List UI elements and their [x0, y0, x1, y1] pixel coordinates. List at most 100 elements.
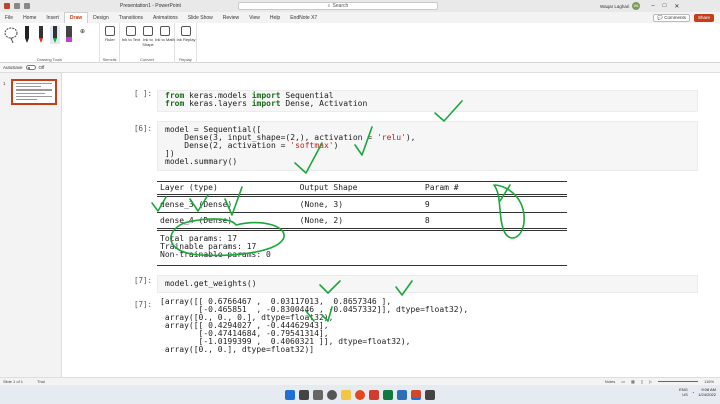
comment-icon: 💬: [657, 14, 665, 20]
chat-icon[interactable]: [327, 389, 337, 400]
maximize-icon[interactable]: □: [663, 3, 667, 10]
tab-endnote[interactable]: EndNote X7: [285, 12, 322, 23]
tab-view[interactable]: View: [244, 12, 265, 23]
zoom-slider[interactable]: [658, 381, 699, 382]
undo-icon[interactable]: [14, 3, 20, 9]
summary-row-dense4: dense_4 (Dense) (None, 2) 8: [160, 216, 430, 225]
cell-prompt-6: [6]:: [134, 124, 153, 133]
summary-rule-top: [157, 181, 567, 182]
comments-button[interactable]: 💬 Comments: [653, 13, 690, 22]
chrome-icon[interactable]: [355, 389, 365, 400]
summary-rule-mid: [157, 212, 567, 213]
slideshow-icon[interactable]: ▷: [649, 379, 652, 384]
tab-review[interactable]: Review: [218, 12, 244, 23]
slide-thumbnail[interactable]: [11, 79, 57, 105]
zoom-level[interactable]: 116%: [704, 379, 714, 384]
search-placeholder: Search: [332, 3, 349, 9]
red-app-icon[interactable]: [369, 389, 379, 400]
tab-draw[interactable]: Draw: [63, 12, 89, 23]
ink-to-math-icon: [160, 26, 170, 36]
tab-insert[interactable]: Insert: [41, 12, 64, 23]
reading-view-icon[interactable]: ▯: [641, 379, 643, 384]
close-icon[interactable]: ✕: [674, 3, 679, 10]
task-view-icon[interactable]: [313, 389, 323, 400]
stencils-label: Stencils: [102, 57, 117, 62]
tab-transitions[interactable]: Transitions: [114, 12, 148, 23]
drawing-tools-group: ⊕ Drawing Tools: [0, 23, 100, 63]
clock-date: 1/24/2022: [698, 392, 716, 397]
user-name: Waqar Laghari: [600, 3, 630, 9]
slide-canvas[interactable]: [ ]: from keras.models import Sequential…: [110, 75, 718, 377]
ruler-label: Ruler: [105, 37, 115, 42]
slide-info: Slide 1 of 1: [3, 379, 24, 384]
cell-prompt-7b: [7]:: [134, 300, 153, 309]
autosave-toggle[interactable]: [25, 65, 36, 70]
replay-label: Replay: [179, 57, 192, 62]
app-icon[interactable]: [425, 389, 435, 400]
tab-home[interactable]: Home: [18, 12, 41, 23]
ink-to-text-icon: [126, 26, 136, 36]
ink-to-math-button[interactable]: Ink to Math: [155, 26, 175, 42]
cell-prompt: [ ]:: [134, 89, 153, 98]
notes-button[interactable]: Notes: [605, 379, 615, 384]
word-icon[interactable]: [397, 389, 407, 400]
ink-replay-label: Ink Replay: [176, 37, 196, 42]
ribbon-tabs: File Home Insert Draw Design Transitions…: [0, 12, 720, 23]
ribbon: ⊕ Drawing Tools Ruler Stencils Ink to Te…: [0, 23, 720, 63]
non-trainable-params: Non-trainable params: 0: [160, 250, 271, 259]
highlighter-icon[interactable]: [64, 26, 74, 44]
normal-view-icon[interactable]: ▭: [621, 379, 625, 384]
wifi-icon[interactable]: ◔: [692, 390, 694, 395]
search-icon: ⌕: [327, 3, 331, 9]
save-icon[interactable]: [4, 3, 10, 9]
summary-rule-double: [157, 194, 567, 197]
redo-icon[interactable]: [24, 3, 30, 9]
powerpoint-icon[interactable]: [411, 389, 421, 400]
start-icon[interactable]: [285, 389, 295, 400]
model-line-5: model.summary(): [165, 157, 238, 166]
minimize-icon[interactable]: –: [651, 3, 654, 10]
lasso-icon[interactable]: [3, 26, 19, 44]
comments-label: Comments: [664, 15, 686, 20]
ruler-icon: [105, 26, 115, 36]
language[interactable]: Thai: [37, 379, 45, 384]
tab-animations[interactable]: Animations: [148, 12, 183, 23]
summary-header: Layer (type) Output Shape Param #: [160, 183, 459, 192]
clock[interactable]: 9:08 AM 1/24/2022: [698, 387, 716, 397]
add-pen-icon[interactable]: ⊕: [80, 28, 85, 35]
ink-stroke: [499, 184, 511, 202]
tab-file[interactable]: File: [0, 12, 18, 23]
replay-group: Ink Replay Replay: [175, 23, 197, 63]
ink-to-shape-icon: [143, 26, 153, 36]
status-bar: Slide 1 of 1 Thai Notes ▭ ▦ ▯ ▷ 116%: [0, 377, 720, 385]
tray-language[interactable]: ENG US: [679, 387, 688, 397]
weights-line-7: array([0., 0.], dtype=float32)]: [160, 345, 315, 354]
share-label: Share: [697, 15, 710, 20]
autosave-label: AutoSave: [3, 65, 23, 70]
pen-black-icon[interactable]: [22, 26, 32, 44]
excel-icon[interactable]: [383, 389, 393, 400]
cell-prompt-7a: [7]:: [134, 276, 153, 285]
ink-to-math-label: Ink to Math: [155, 37, 175, 42]
avatar[interactable]: WL: [632, 2, 641, 10]
pen-green-icon[interactable]: [50, 26, 60, 44]
stencils-group: Ruler Stencils: [100, 23, 120, 63]
slide-thumbnail-pane: 1: [0, 73, 62, 377]
tab-help[interactable]: Help: [265, 12, 285, 23]
ink-replay-button[interactable]: Ink Replay: [176, 26, 196, 42]
get-weights-call: model.get_weights(): [165, 279, 257, 288]
drawing-tools-label: Drawing Tools: [36, 57, 63, 62]
summary-rule-double-2: [157, 228, 567, 231]
tab-slide-show[interactable]: Slide Show: [183, 12, 218, 23]
ink-replay-icon: [181, 26, 191, 36]
ink-to-shape-label: Ink to Shape: [142, 37, 154, 47]
search-input[interactable]: ⌕ Search: [238, 2, 438, 10]
search-taskbar-icon[interactable]: [299, 389, 309, 400]
summary-row-dense3: dense_3 (Dense) (None, 3) 9: [160, 200, 430, 209]
pen-red-icon[interactable]: [36, 26, 46, 44]
share-button[interactable]: Share: [693, 13, 714, 22]
tab-design[interactable]: Design: [88, 12, 114, 23]
slide-sorter-icon[interactable]: ▦: [631, 379, 635, 384]
file-explorer-icon[interactable]: [341, 389, 351, 400]
ruler-button[interactable]: Ruler: [100, 26, 120, 42]
